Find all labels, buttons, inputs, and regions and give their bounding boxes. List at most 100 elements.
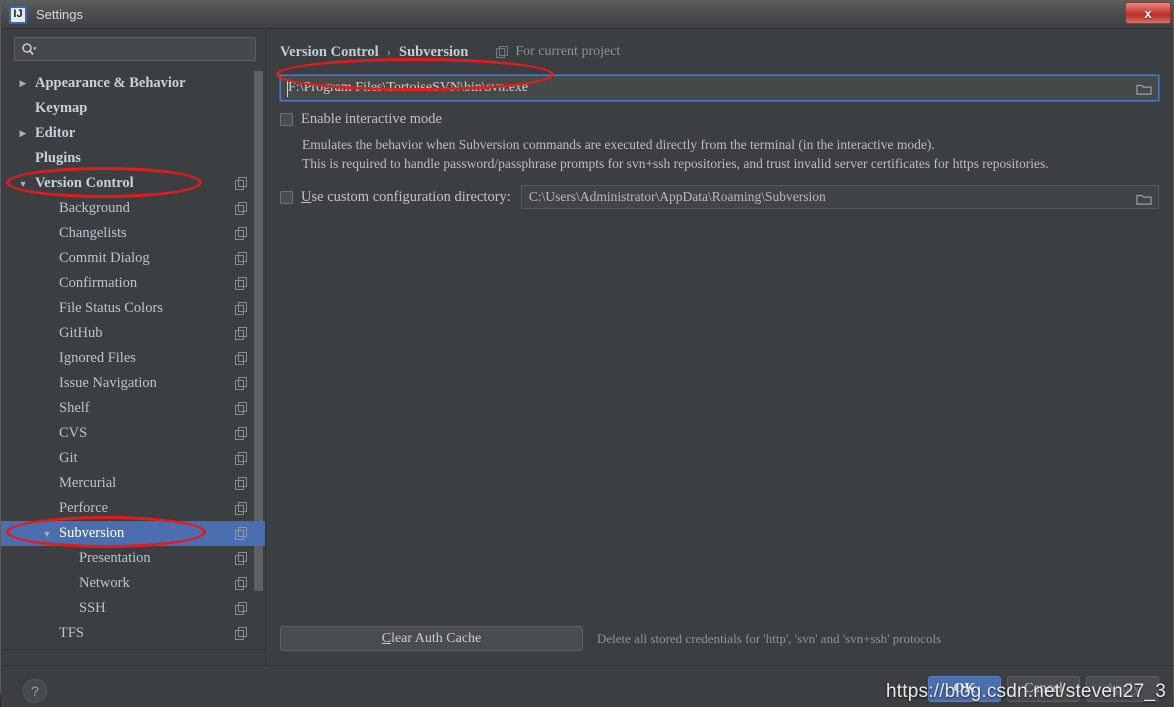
sidebar-item-file-status-colors[interactable]: File Status Colors [1,296,265,321]
copy-settings-icon[interactable] [235,351,251,366]
interactive-mode-description-line-2: This is required to handle password/pass… [302,156,1049,171]
settings-tree[interactable]: ▶ Appearance & Behavior Keymap ▶ Editor Plugi… [1,65,265,653]
custom-config-checkbox[interactable] [280,190,293,204]
search-icon [21,42,37,56]
copy-settings-icon[interactable] [235,251,251,266]
sidebar-item-label: Git [59,450,78,466]
window-buttons: x [1125,2,1171,24]
sidebar-item-confirmation[interactable]: Confirmation [1,271,265,296]
sidebar-bottom-edge [1,649,265,665]
sidebar-item-background[interactable]: Background [1,196,265,221]
sidebar-item-label: Perforce [59,500,109,516]
copy-settings-icon[interactable] [235,451,251,466]
copy-settings-icon[interactable] [235,276,251,291]
sidebar-item-shelf[interactable]: Shelf [1,396,265,421]
window-title: Settings [36,7,83,22]
copy-settings-icon[interactable] [235,201,251,216]
breadcrumb-separator-icon: › [386,44,392,59]
copy-settings-icon[interactable] [235,176,251,191]
sidebar-item-subversion[interactable]: ▼ Subversion [1,521,265,546]
sidebar-item-label: Keymap [35,100,88,116]
copy-settings-icon[interactable] [235,601,251,616]
breadcrumb: Version Control › Subversion For current… [280,41,1159,63]
sidebar-item-git[interactable]: Git [1,446,265,471]
dialog-button-group: OK Cancel Apply [928,676,1159,702]
chevron-down-icon[interactable]: ▼ [15,179,31,189]
clear-auth-row: Clear Auth Cache Delete all stored crede… [280,626,1159,651]
ok-button-label: OK [953,681,976,696]
browse-custom-config-button[interactable] [1134,190,1154,208]
clear-auth-hint: Delete all stored credentials for 'http'… [597,630,942,646]
sidebar-item-label: File Status Colors [59,300,163,316]
help-button[interactable]: ? [23,679,47,703]
sidebar-item-label: Presentation [79,550,151,566]
sidebar-item-cvs[interactable]: CVS [1,421,265,446]
copy-settings-icon[interactable] [235,326,251,341]
custom-config-value: C:\Users\Administrator\AppData\Roaming\S… [528,189,826,204]
browse-svn-path-button[interactable] [1134,80,1154,98]
sidebar-item-tfs[interactable]: TFS [1,621,265,646]
sidebar-item-presentation[interactable]: Presentation [1,546,265,571]
close-icon: x [1144,5,1152,21]
sidebar-item-label: Background [59,200,130,216]
custom-config-label-rest: se custom configuration directory: [311,188,511,205]
project-scope-icon [496,45,509,59]
copy-settings-icon[interactable] [235,401,251,416]
sidebar-item-mercurial[interactable]: Mercurial [1,471,265,496]
sidebar-item-label: Network [79,575,130,591]
screen: IJ Settings x ▶ Appearance & Behavior Ke… [0,0,1174,707]
search-input[interactable] [37,41,255,57]
sidebar-item-ignored-files[interactable]: Ignored Files [1,346,265,371]
copy-settings-icon[interactable] [235,476,251,491]
copy-settings-icon[interactable] [235,626,251,641]
copy-settings-icon[interactable] [235,226,251,241]
cancel-button-label: Cancel [1024,681,1063,696]
sidebar-item-commit-dialog[interactable]: Commit Dialog [1,246,265,271]
copy-settings-icon[interactable] [235,426,251,441]
main-panel: Version Control › Subversion For current… [266,29,1173,665]
sidebar-item-keymap[interactable]: Keymap [1,96,265,121]
sidebar-item-label: Shelf [59,400,90,416]
sidebar-item-label: Commit Dialog [59,250,150,266]
custom-config-mnemonic: U [301,188,312,205]
ok-button[interactable]: OK [928,676,1001,702]
sidebar-item-issue-navigation[interactable]: Issue Navigation [1,371,265,396]
search-box[interactable] [14,37,256,61]
svn-executable-field[interactable]: F:\Program Files\TortoiseSVN\bin\svn.exe [279,74,1160,102]
interactive-mode-checkbox[interactable] [280,113,293,126]
sidebar-item-appearance-behavior[interactable]: ▶ Appearance & Behavior [1,71,265,96]
copy-settings-icon[interactable] [235,501,251,516]
breadcrumb-current: Subversion [399,43,469,60]
copy-settings-icon[interactable] [235,526,251,541]
cancel-button[interactable]: Cancel [1007,676,1080,702]
clear-auth-cache-button[interactable]: Clear Auth Cache [280,626,583,651]
sidebar-item-editor[interactable]: ▶ Editor [1,121,265,146]
chevron-down-icon[interactable]: ▼ [39,529,55,539]
interactive-mode-row: Enable interactive mode [280,111,1159,128]
close-button[interactable]: x [1125,2,1171,24]
dialog-footer: ? OK Cancel Apply [1,665,1173,707]
sidebar-item-label: Ignored Files [59,350,136,366]
sidebar-item-perforce[interactable]: Perforce [1,496,265,521]
custom-config-field[interactable]: C:\Users\Administrator\AppData\Roaming\S… [520,185,1159,209]
sidebar-item-github[interactable]: GitHub [1,321,265,346]
sidebar-item-ssh[interactable]: SSH [1,596,265,621]
copy-settings-icon[interactable] [235,376,251,391]
text-caret [287,80,288,97]
intellij-logo-icon: IJ [9,5,27,24]
sidebar-item-plugins[interactable]: Plugins [1,146,265,171]
sidebar-item-network[interactable]: Network [1,571,265,596]
interactive-mode-description-line-1: Emulates the behavior when Subversion co… [302,137,935,152]
copy-settings-icon[interactable] [235,551,251,566]
search-wrap [1,37,265,65]
copy-settings-icon[interactable] [235,301,251,316]
sidebar-item-version-control[interactable]: ▼ Version Control [1,171,265,196]
chevron-right-icon[interactable]: ▶ [15,78,31,89]
sidebar-item-changelists[interactable]: Changelists [1,221,265,246]
copy-settings-icon[interactable] [235,576,251,591]
chevron-right-icon[interactable]: ▶ [15,128,31,139]
sidebar-item-label: Plugins [35,150,81,166]
apply-button-label: Apply [1105,681,1140,696]
sidebar-item-label: Issue Navigation [59,375,157,391]
breadcrumb-parent[interactable]: Version Control [280,44,379,61]
